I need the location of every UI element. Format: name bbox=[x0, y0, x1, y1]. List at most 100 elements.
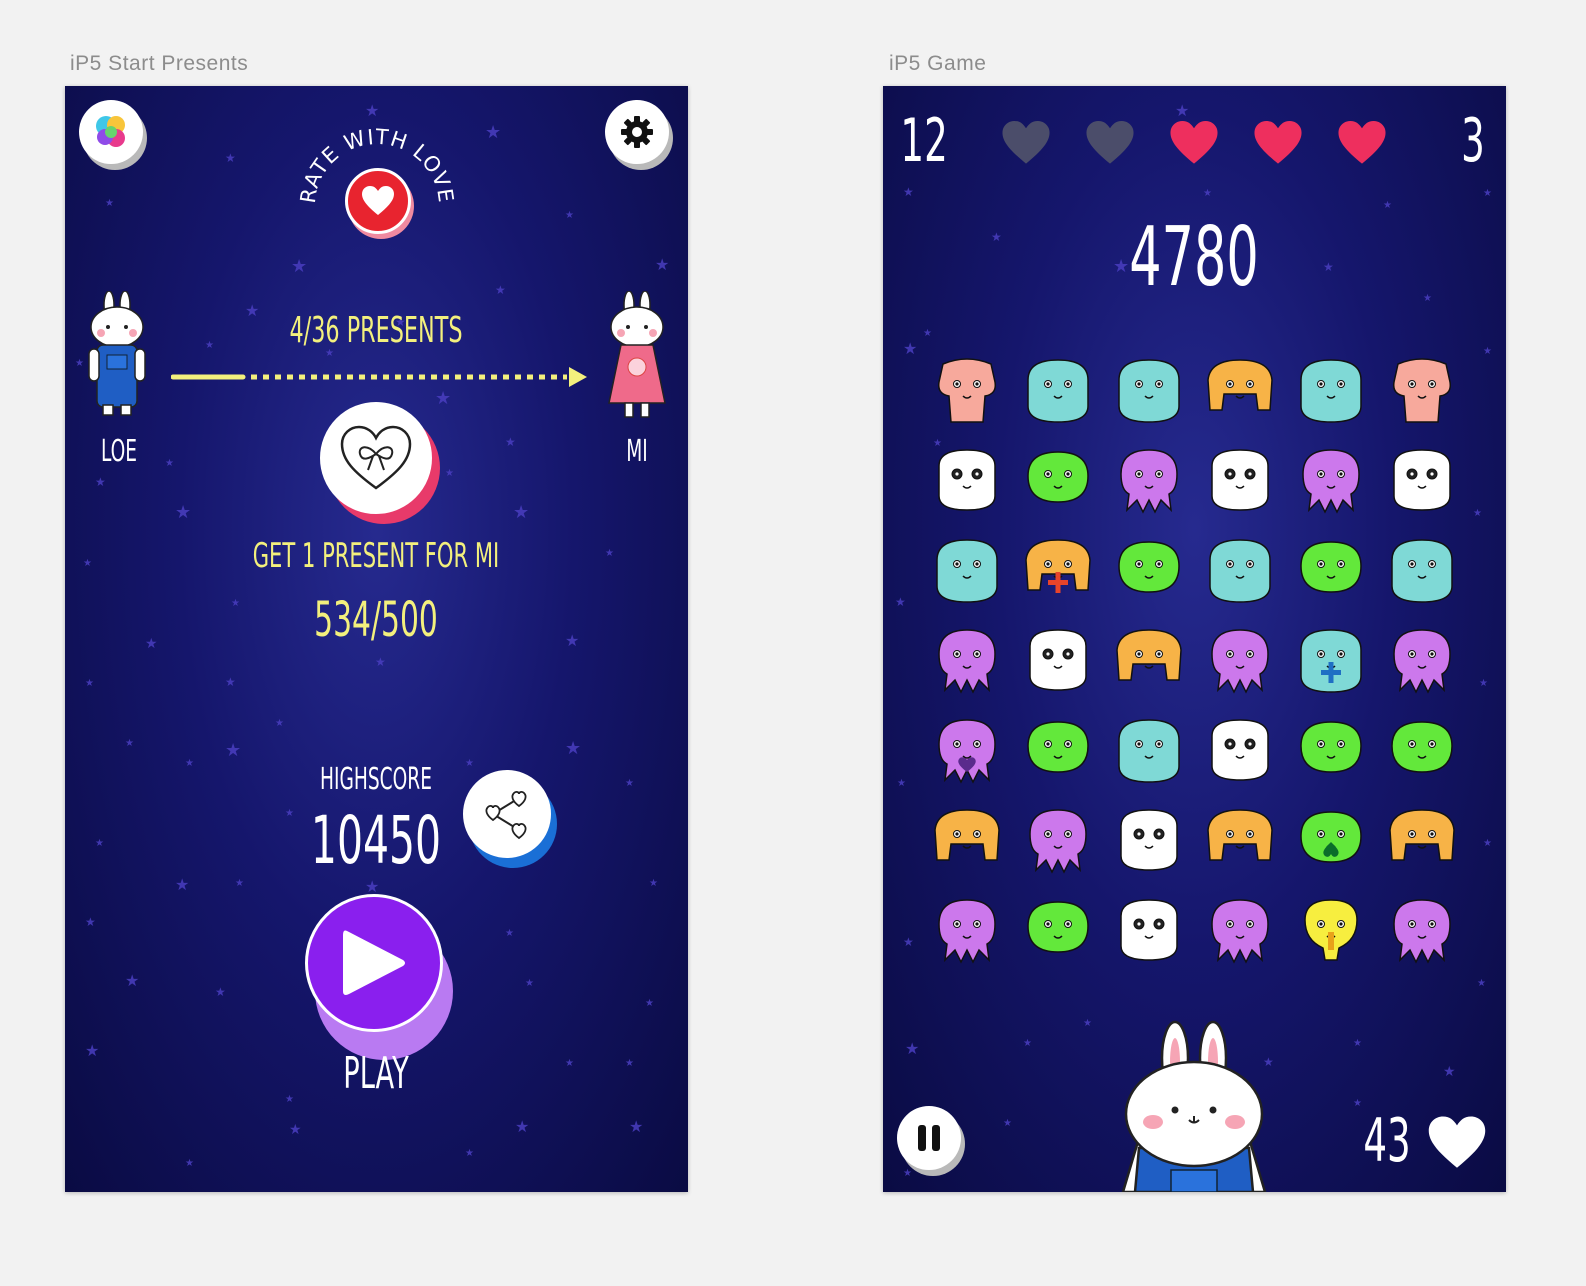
share-hearts-icon bbox=[485, 791, 527, 840]
orange-crab-tile[interactable] bbox=[1109, 620, 1189, 700]
highscore-value: 10450 bbox=[310, 802, 442, 879]
purple-heart-tile[interactable] bbox=[927, 710, 1007, 790]
present-goal-text: GET 1 PRESENT FOR MI bbox=[252, 536, 500, 576]
orange-crab-tile[interactable] bbox=[1200, 800, 1280, 880]
svg-text:★: ★ bbox=[903, 935, 914, 949]
bunny-player-avatar bbox=[1121, 1020, 1267, 1192]
svg-text:★: ★ bbox=[291, 256, 307, 276]
play-label: PLAY bbox=[343, 1048, 409, 1099]
level-number: 12 bbox=[900, 106, 948, 176]
purple-octo-tile[interactable] bbox=[1109, 440, 1189, 520]
svg-text:★: ★ bbox=[1353, 1098, 1362, 1109]
play-button[interactable] bbox=[305, 894, 443, 1032]
teal-blob-tile[interactable] bbox=[1382, 530, 1462, 610]
svg-text:★: ★ bbox=[565, 633, 579, 650]
teal-blob-tile[interactable] bbox=[1291, 350, 1371, 430]
purple-octo-tile[interactable] bbox=[927, 890, 1007, 970]
pause-button[interactable] bbox=[897, 1106, 961, 1170]
panda-tile[interactable] bbox=[1200, 710, 1280, 790]
green-sprout-tile[interactable] bbox=[1291, 530, 1371, 610]
svg-text:★: ★ bbox=[83, 558, 92, 569]
green-sprout-tile[interactable] bbox=[1291, 710, 1371, 790]
svg-text:★: ★ bbox=[1353, 1038, 1362, 1049]
svg-text:★: ★ bbox=[1083, 1018, 1092, 1029]
svg-text:★: ★ bbox=[85, 915, 96, 929]
orange-crab-tile[interactable] bbox=[1382, 800, 1462, 880]
svg-text:★: ★ bbox=[1443, 1063, 1456, 1079]
green-sprout-tile[interactable] bbox=[1018, 890, 1098, 970]
panda-tile[interactable] bbox=[1018, 620, 1098, 700]
svg-text:★: ★ bbox=[905, 1041, 919, 1058]
game-center-button[interactable] bbox=[79, 100, 143, 164]
svg-text:★: ★ bbox=[225, 675, 236, 689]
artboard-label-start: iP5 Start Presents bbox=[70, 52, 249, 75]
pink-bear-tile[interactable] bbox=[1382, 350, 1462, 430]
green-sprout-tile[interactable] bbox=[1018, 710, 1098, 790]
svg-text:★: ★ bbox=[485, 122, 501, 142]
yellow-bulb-tile[interactable] bbox=[1291, 890, 1371, 970]
svg-text:★: ★ bbox=[231, 598, 240, 609]
panda-tile[interactable] bbox=[1200, 440, 1280, 520]
svg-text:★: ★ bbox=[1003, 1118, 1012, 1129]
svg-text:★: ★ bbox=[85, 1043, 99, 1060]
purple-octo-tile[interactable] bbox=[1291, 440, 1371, 520]
rate-with-love-button[interactable]: RATE WITH LOVE bbox=[297, 126, 457, 236]
svg-text:★: ★ bbox=[625, 1058, 634, 1069]
purple-octo-tile[interactable] bbox=[1200, 890, 1280, 970]
panda-tile[interactable] bbox=[927, 440, 1007, 520]
teal-plus-tile[interactable] bbox=[1291, 620, 1371, 700]
svg-text:★: ★ bbox=[1175, 103, 1189, 120]
svg-text:★: ★ bbox=[435, 388, 451, 408]
game-board[interactable] bbox=[927, 350, 1467, 990]
green-spade-tile[interactable] bbox=[1291, 800, 1371, 880]
svg-text:★: ★ bbox=[165, 458, 174, 469]
svg-text:★: ★ bbox=[655, 257, 669, 274]
purple-octo-tile[interactable] bbox=[1382, 890, 1462, 970]
heart-icon bbox=[1170, 120, 1218, 164]
start-screen: ★ ★ ★ ★ ★ ★ ★ ★ ★ ★ ★ ★ ★ ★ ★ ★ ★ ★ ★ ★ ★ ★ ★ ★ ★ ★ ★… bbox=[65, 86, 688, 1192]
bunny-mi-avatar bbox=[608, 291, 666, 418]
svg-text:★: ★ bbox=[515, 1119, 529, 1136]
svg-text:★: ★ bbox=[649, 878, 658, 889]
panda-tile[interactable] bbox=[1109, 890, 1189, 970]
purple-octo-tile[interactable] bbox=[1018, 800, 1098, 880]
svg-text:★: ★ bbox=[923, 328, 932, 339]
present-points-text: 534/500 bbox=[314, 592, 438, 648]
svg-text:★: ★ bbox=[1483, 838, 1492, 849]
teal-blob-tile[interactable] bbox=[1200, 530, 1280, 610]
purple-octo-tile[interactable] bbox=[1382, 620, 1462, 700]
svg-text:★: ★ bbox=[1383, 200, 1392, 211]
teal-blob-tile[interactable] bbox=[1018, 350, 1098, 430]
present-gift-button[interactable] bbox=[320, 402, 432, 514]
share-button[interactable] bbox=[463, 770, 551, 858]
orange-crab-tile[interactable] bbox=[1200, 350, 1280, 430]
svg-text:★: ★ bbox=[235, 878, 244, 889]
svg-text:★: ★ bbox=[903, 185, 914, 199]
purple-octo-tile[interactable] bbox=[1200, 620, 1280, 700]
svg-text:★: ★ bbox=[525, 978, 534, 989]
green-sprout-tile[interactable] bbox=[1109, 530, 1189, 610]
panda-tile[interactable] bbox=[1382, 440, 1462, 520]
orange-crab-tile[interactable] bbox=[927, 800, 1007, 880]
svg-text:★: ★ bbox=[903, 341, 917, 358]
panda-tile[interactable] bbox=[1109, 800, 1189, 880]
teal-blob-tile[interactable] bbox=[927, 530, 1007, 610]
presents-progress-arrow bbox=[171, 367, 587, 387]
rate-heart-button[interactable] bbox=[345, 168, 411, 234]
pink-bear-tile[interactable] bbox=[927, 350, 1007, 430]
teal-blob-tile[interactable] bbox=[1109, 350, 1189, 430]
svg-text:★: ★ bbox=[375, 655, 386, 669]
settings-button[interactable] bbox=[605, 100, 669, 164]
lives-hearts bbox=[1001, 120, 1401, 166]
svg-text:★: ★ bbox=[495, 283, 506, 297]
teal-blob-tile[interactable] bbox=[1109, 710, 1189, 790]
purple-octo-tile[interactable] bbox=[927, 620, 1007, 700]
orange-plus-tile[interactable] bbox=[1018, 530, 1098, 610]
green-sprout-tile[interactable] bbox=[1382, 710, 1462, 790]
heart-icon bbox=[1002, 120, 1050, 164]
svg-text:★: ★ bbox=[565, 210, 574, 221]
green-sprout-tile[interactable] bbox=[1018, 440, 1098, 520]
svg-text:★: ★ bbox=[903, 1168, 912, 1179]
heart-icon bbox=[1338, 120, 1386, 164]
svg-text:★: ★ bbox=[565, 1058, 574, 1069]
